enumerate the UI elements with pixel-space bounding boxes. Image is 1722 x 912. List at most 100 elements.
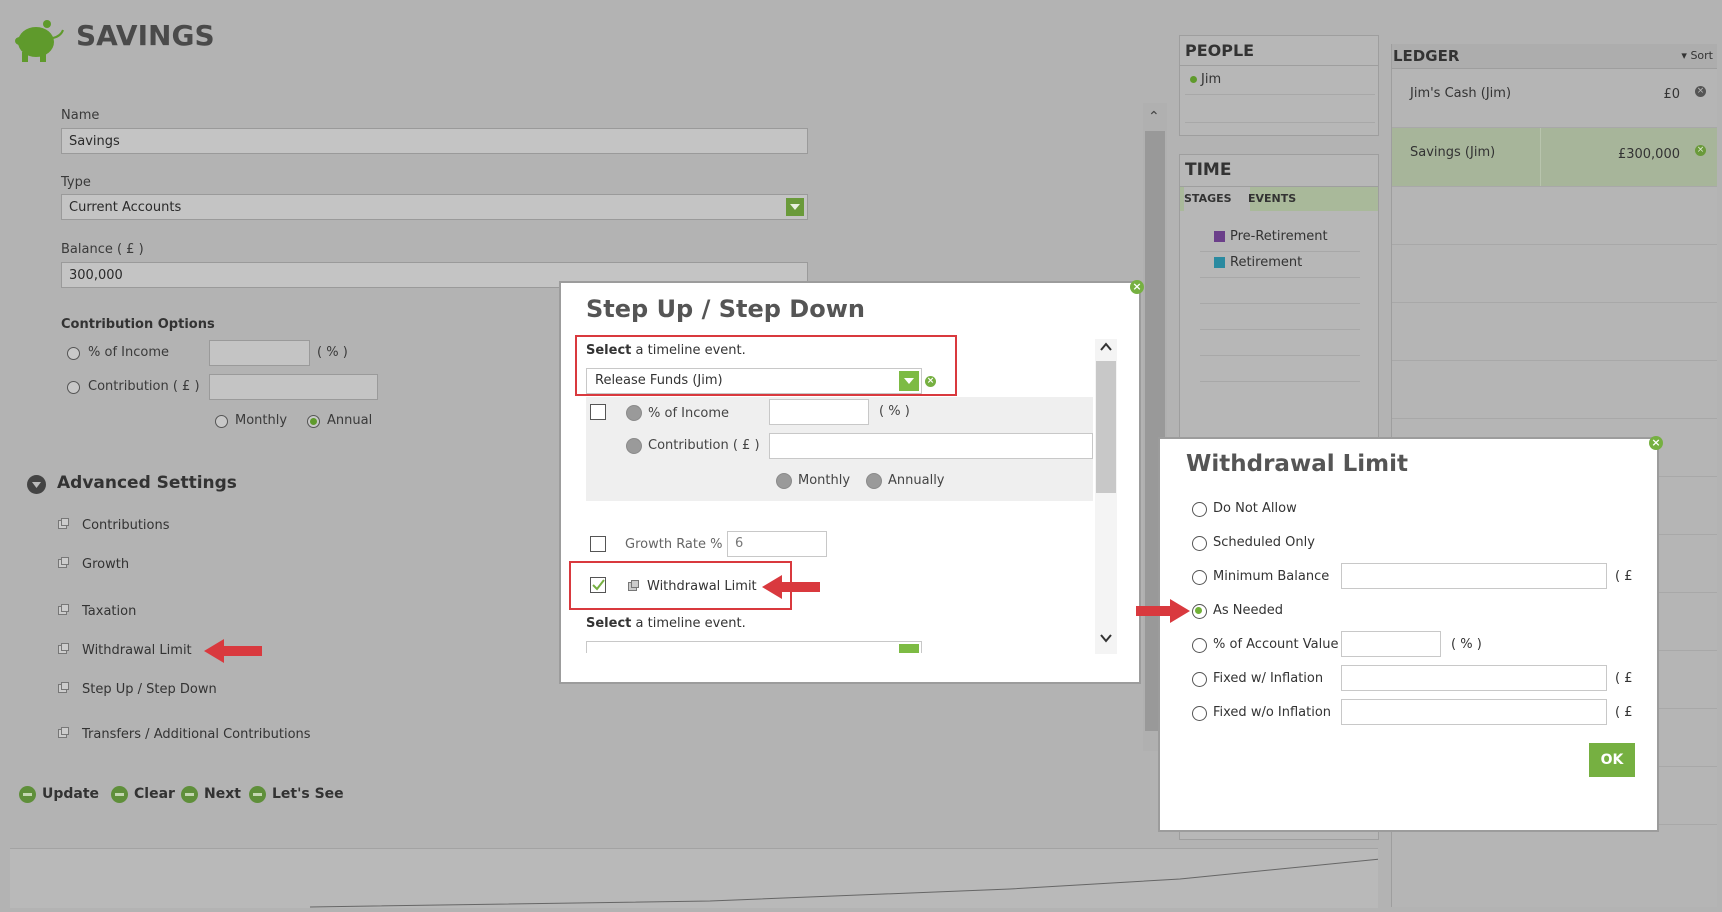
scroll-thumb[interactable]: [1096, 361, 1116, 493]
option-pct-account-radio[interactable]: [1192, 638, 1207, 653]
option-label: Fixed w/o Inflation: [1213, 705, 1332, 720]
adv-item-contributions[interactable]: Contributions: [82, 518, 170, 533]
pct-income-radio[interactable]: [67, 347, 80, 360]
contribution-radio[interactable]: [67, 381, 80, 394]
option-label: Minimum Balance: [1213, 569, 1330, 584]
time-tabs: STAGES EVENTS: [1180, 186, 1378, 211]
event-select-2[interactable]: [586, 641, 922, 653]
select-rest: a timeline event.: [631, 616, 746, 631]
annually-radio[interactable]: [866, 473, 882, 489]
adv-item-taxation[interactable]: Taxation: [82, 604, 136, 619]
contribution-radio[interactable]: [626, 438, 642, 454]
stage-label: Retirement: [1230, 255, 1303, 270]
stage-color-swatch: [1214, 231, 1225, 242]
option-label: Fixed w/ Inflation: [1213, 671, 1324, 686]
expand-icon: [58, 643, 69, 654]
chevron-up-icon[interactable]: [1100, 341, 1112, 357]
close-icon[interactable]: ×: [1649, 436, 1663, 450]
pct-income-input[interactable]: [769, 399, 869, 425]
contribution-input[interactable]: [769, 433, 1093, 459]
fixed-inflation-input[interactable]: [1341, 665, 1607, 691]
projection-chart-area: [10, 848, 1381, 908]
ok-button[interactable]: OK: [1589, 743, 1635, 777]
adv-item-step-up-down[interactable]: Step Up / Step Down: [82, 682, 217, 697]
option-fixed-no-inflation-radio[interactable]: [1192, 706, 1207, 721]
tab-events[interactable]: EVENTS: [1248, 187, 1296, 211]
chevron-down-icon[interactable]: [1100, 632, 1112, 648]
step-up-down-dialog: Step Up / Step Down Select a timeline ev…: [559, 281, 1141, 684]
select-event-label-2: Select a timeline event.: [586, 616, 746, 631]
type-select[interactable]: Current Accounts: [61, 194, 808, 220]
highlight-box: [575, 335, 957, 396]
red-arrow-icon: [202, 636, 264, 670]
unit-label: ( £ ): [1615, 569, 1637, 584]
type-select-value: Current Accounts: [69, 200, 182, 215]
option-do-not-allow-radio[interactable]: [1192, 502, 1207, 517]
option-scheduled-only-radio[interactable]: [1192, 536, 1207, 551]
contribution-checkbox[interactable]: [590, 404, 606, 420]
dialog-scrollbar[interactable]: [1095, 339, 1117, 654]
expand-icon: [58, 682, 69, 693]
adv-item-withdrawal-limit[interactable]: Withdrawal Limit: [82, 643, 192, 658]
monthly-radio[interactable]: [215, 415, 228, 428]
remove-icon[interactable]: ×: [1695, 145, 1706, 156]
option-fixed-inflation-radio[interactable]: [1192, 672, 1207, 687]
pct-account-input[interactable]: [1341, 631, 1441, 657]
tab-stages[interactable]: STAGES: [1184, 187, 1250, 211]
red-arrow-icon: [1134, 597, 1192, 629]
dialog-title: Step Up / Step Down: [586, 295, 865, 323]
adv-item-transfers[interactable]: Transfers / Additional Contributions: [82, 727, 311, 742]
chevron-down-icon[interactable]: [786, 198, 804, 216]
ledger-row[interactable]: Savings (Jim) £300,000 ×: [1392, 128, 1717, 187]
select-bold: Select: [586, 616, 632, 631]
remove-icon[interactable]: ×: [1695, 86, 1706, 97]
pct-unit-label: ( % ): [879, 404, 910, 419]
time-title: TIME: [1185, 160, 1232, 180]
people-title: PEOPLE: [1185, 41, 1255, 60]
adv-item-growth[interactable]: Growth: [82, 557, 129, 572]
projection-line: [309, 858, 1381, 908]
option-label: As Needed: [1213, 603, 1284, 618]
status-dot-icon: [1190, 76, 1197, 83]
pct-unit-label: ( % ): [317, 345, 348, 360]
growth-input[interactable]: 6: [727, 531, 827, 557]
piggy-bank-icon: [12, 14, 66, 64]
option-label: Do Not Allow: [1213, 501, 1297, 516]
ledger-title: LEDGER: [1393, 47, 1460, 65]
ledger-row-name: Jim's Cash (Jim): [1410, 86, 1512, 101]
expand-icon: [58, 557, 69, 568]
contribution-input[interactable]: [209, 374, 378, 400]
monthly-radio[interactable]: [776, 473, 792, 489]
stage-retirement[interactable]: Retirement: [1214, 255, 1302, 270]
update-label: Update: [42, 786, 100, 802]
balance-label: Balance ( £ ): [61, 242, 144, 257]
contribution-options-title: Contribution Options: [61, 317, 215, 332]
stage-pre-retirement[interactable]: Pre-Retirement: [1214, 229, 1328, 244]
chevron-down-icon[interactable]: [899, 644, 919, 653]
sort-button[interactable]: ▾ Sort: [1681, 49, 1713, 62]
pct-income-label: % of Income: [88, 345, 169, 360]
unit-label: ( £ ): [1615, 671, 1637, 686]
minus-icon: [111, 786, 128, 803]
name-input[interactable]: Savings: [61, 128, 808, 154]
minimum-balance-input[interactable]: [1341, 563, 1607, 589]
annual-radio[interactable]: [307, 415, 320, 428]
chevron-up-icon[interactable]: ⌃: [1148, 109, 1160, 125]
type-label: Type: [61, 175, 91, 190]
pct-income-radio[interactable]: [626, 405, 642, 421]
collapse-icon[interactable]: [27, 475, 46, 494]
withdrawal-limit-dialog: Withdrawal Limit Do Not Allow Scheduled …: [1136, 437, 1659, 832]
close-icon[interactable]: ×: [1130, 280, 1144, 294]
lets-see-label: Let's See: [272, 786, 344, 802]
person-name: Jim: [1201, 72, 1222, 87]
pct-income-input[interactable]: [209, 340, 310, 366]
option-as-needed-radio[interactable]: [1192, 604, 1207, 619]
person-jim[interactable]: Jim: [1190, 72, 1221, 87]
ledger-row[interactable]: Jim's Cash (Jim) £0 ×: [1392, 69, 1717, 128]
fixed-no-inflation-input[interactable]: [1341, 699, 1607, 725]
option-minimum-balance-radio[interactable]: [1192, 570, 1207, 585]
advanced-settings-title[interactable]: Advanced Settings: [57, 473, 237, 493]
monthly-label: Monthly: [235, 413, 288, 428]
option-label: Scheduled Only: [1213, 535, 1315, 550]
growth-checkbox[interactable]: [590, 536, 606, 552]
